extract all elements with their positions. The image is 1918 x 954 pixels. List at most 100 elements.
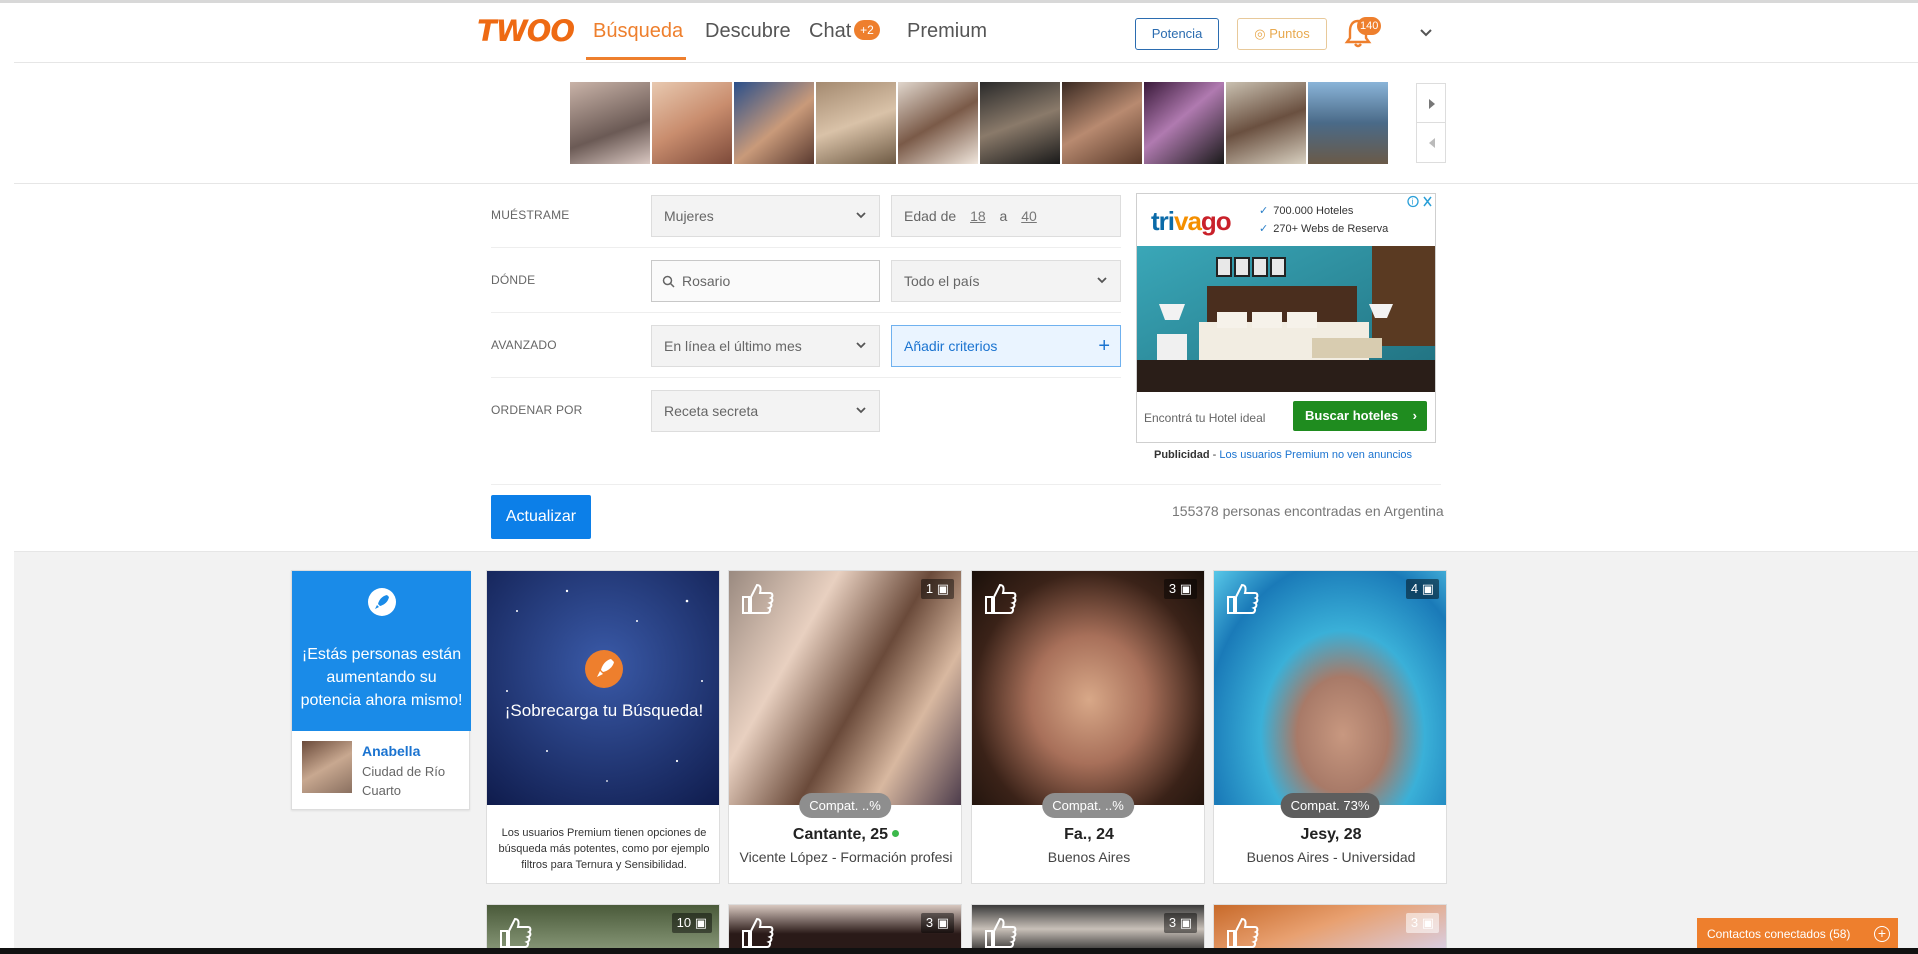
profile-card[interactable]: 3 ▣ [1213, 904, 1447, 954]
premium-promo-card[interactable]: ¡Sobrecarga tu Búsqueda! Los usuarios Pr… [486, 570, 720, 884]
connected-contacts-label: Contactos conectados (58) [1707, 927, 1851, 941]
sort-select[interactable]: Receta secreta [651, 390, 880, 432]
age-to-input[interactable]: 40 [1021, 208, 1037, 224]
profile-card[interactable]: 10 ▣ [486, 904, 720, 954]
premium-description: Los usuarios Premium tienen opciones de … [498, 827, 710, 871]
age-range: Edad de 18 a 40 [891, 195, 1121, 237]
thumbs-up-icon[interactable] [495, 913, 535, 953]
user-thumbnail[interactable] [898, 82, 978, 164]
hotel-room-image [1137, 246, 1435, 392]
potencia-button[interactable]: Potencia [1135, 18, 1219, 50]
ad-feature-1: 700.000 Hoteles [1273, 205, 1354, 217]
region-select[interactable]: Todo el país [891, 260, 1121, 302]
thumbs-up-icon[interactable] [737, 579, 777, 619]
check-icon: ✓ [1259, 205, 1269, 217]
sort-label: ORDENAR POR [491, 403, 583, 417]
notification-badge: 140 [1357, 17, 1382, 35]
user-thumbnail[interactable] [1226, 82, 1306, 164]
boost-card[interactable]: ¡Estás personas están aumentando su pote… [291, 570, 471, 810]
profile-location: Buenos Aires - Universidad [1246, 849, 1416, 865]
camera-icon: ▣ [1179, 581, 1192, 596]
chevron-down-icon [856, 212, 866, 219]
add-criteria-button[interactable]: Añadir criterios + [891, 325, 1121, 367]
thumbs-up-icon[interactable] [1222, 579, 1262, 619]
nav-chat[interactable]: Chat [809, 20, 851, 43]
premium-title: ¡Sobrecarga tu Búsqueda! [504, 701, 704, 720]
profile-card[interactable]: 3 ▣ Compat. ..% Fa., 24 Buenos Aires [971, 570, 1205, 884]
boost-user-avatar[interactable] [302, 741, 352, 793]
ad-feature-2: 270+ Webs de Reserva [1273, 223, 1389, 235]
user-thumbnail[interactable] [1308, 82, 1388, 164]
profile-location: Buenos Aires [1047, 849, 1131, 865]
ad-button-label: Buscar hoteles [1305, 408, 1399, 423]
age-from-input[interactable]: 18 [970, 208, 986, 224]
chevron-down-icon[interactable] [1418, 26, 1434, 40]
strip-next-button[interactable] [1417, 84, 1445, 123]
activity-value: En línea el último mes [664, 338, 802, 354]
strip-prev-button[interactable] [1417, 123, 1445, 162]
gender-select[interactable]: Mujeres [651, 195, 880, 237]
age-separator: a [999, 208, 1008, 224]
twoo-logo[interactable]: TWOO [477, 14, 575, 48]
camera-icon: ▣ [936, 581, 949, 596]
svg-text:i: i [1412, 198, 1414, 207]
profile-card[interactable]: 3 ▣ [728, 904, 962, 954]
puntos-button[interactable]: ◎ Puntos [1237, 18, 1327, 50]
user-thumbnail[interactable] [980, 82, 1060, 164]
location-input[interactable]: Rosario [651, 260, 880, 302]
profile-card[interactable]: 4 ▣ Compat. 73% Jesy, 28 Buenos Aires - … [1213, 570, 1447, 884]
online-indicator [892, 830, 900, 837]
chevron-down-icon [856, 342, 866, 349]
ad-note: Publicidad - Los usuarios Premium no ven… [1154, 449, 1413, 461]
user-thumbnail[interactable] [652, 82, 732, 164]
region-value: Todo el país [904, 273, 980, 289]
coin-icon: ◎ [1254, 26, 1266, 41]
update-button[interactable]: Actualizar [491, 495, 591, 539]
user-thumbnail[interactable] [1144, 82, 1224, 164]
nav-busqueda[interactable]: Búsqueda [593, 20, 683, 43]
row-divider [491, 247, 1121, 248]
buscar-hoteles-button[interactable]: Buscar hoteles › [1293, 401, 1427, 431]
plus-icon[interactable]: + [1874, 926, 1890, 942]
result-count: 155378 personas encontradas en Argentina [1172, 503, 1444, 519]
chevron-down-icon [856, 407, 866, 414]
user-thumbnail[interactable] [734, 82, 814, 164]
trivago-logo: trivago [1151, 206, 1232, 236]
row-divider [491, 377, 1121, 378]
thumbs-up-icon[interactable] [980, 913, 1020, 953]
photo-count: 1 ▣ [920, 579, 954, 599]
starry-sky-image [487, 571, 719, 805]
trivago-ad[interactable]: trivago ✓ 700.000 Hoteles ✓ 270+ Webs de R… [1136, 193, 1436, 443]
thumbs-up-icon[interactable] [737, 913, 777, 953]
nav-descubre[interactable]: Descubre [705, 20, 791, 43]
advanced-label: AVANZADO [491, 338, 557, 352]
ad-choices-icon[interactable]: i [1405, 194, 1435, 209]
user-thumbnail[interactable] [1062, 82, 1142, 164]
activity-select[interactable]: En línea el último mes [651, 325, 880, 367]
profile-name: Cantante, 25 [729, 826, 961, 844]
photo-count: 3 ▣ [1163, 913, 1197, 933]
camera-icon: ▣ [1421, 915, 1434, 930]
ad-footer-text: Encontrá tu Hotel ideal [1144, 411, 1266, 425]
plus-icon: + [1098, 335, 1110, 357]
boost-user-name[interactable]: Anabella [362, 743, 420, 759]
compatibility-badge: Compat. ..% [799, 793, 891, 818]
boost-banner: ¡Estás personas están aumentando su pote… [292, 571, 471, 731]
thumbs-up-icon[interactable] [980, 579, 1020, 619]
thumbs-up-icon[interactable] [1222, 913, 1262, 953]
rocket-icon [368, 588, 396, 616]
profile-card[interactable]: 1 ▣ Compat. ..% Cantante, 25 Vicente Lóp… [728, 570, 962, 884]
user-thumbnail[interactable] [816, 82, 896, 164]
nav-premium[interactable]: Premium [907, 20, 987, 43]
photo-count: 3 ▣ [920, 913, 954, 933]
ad-feature: ✓ 700.000 Hoteles [1259, 204, 1353, 217]
connected-contacts-bar[interactable]: Contactos conectados (58) + [1697, 918, 1898, 950]
profile-card[interactable]: 3 ▣ [971, 904, 1205, 954]
user-thumbnail[interactable] [570, 82, 650, 164]
photo-strip-nav [1416, 83, 1446, 163]
sort-value: Receta secreta [664, 403, 759, 419]
chat-badge: +2 [854, 20, 880, 40]
show-label: MUÉSTRAME [491, 208, 570, 222]
premium-no-ads-link[interactable]: Los usuarios Premium no ven anuncios [1219, 449, 1412, 461]
camera-icon: ▣ [936, 915, 949, 930]
